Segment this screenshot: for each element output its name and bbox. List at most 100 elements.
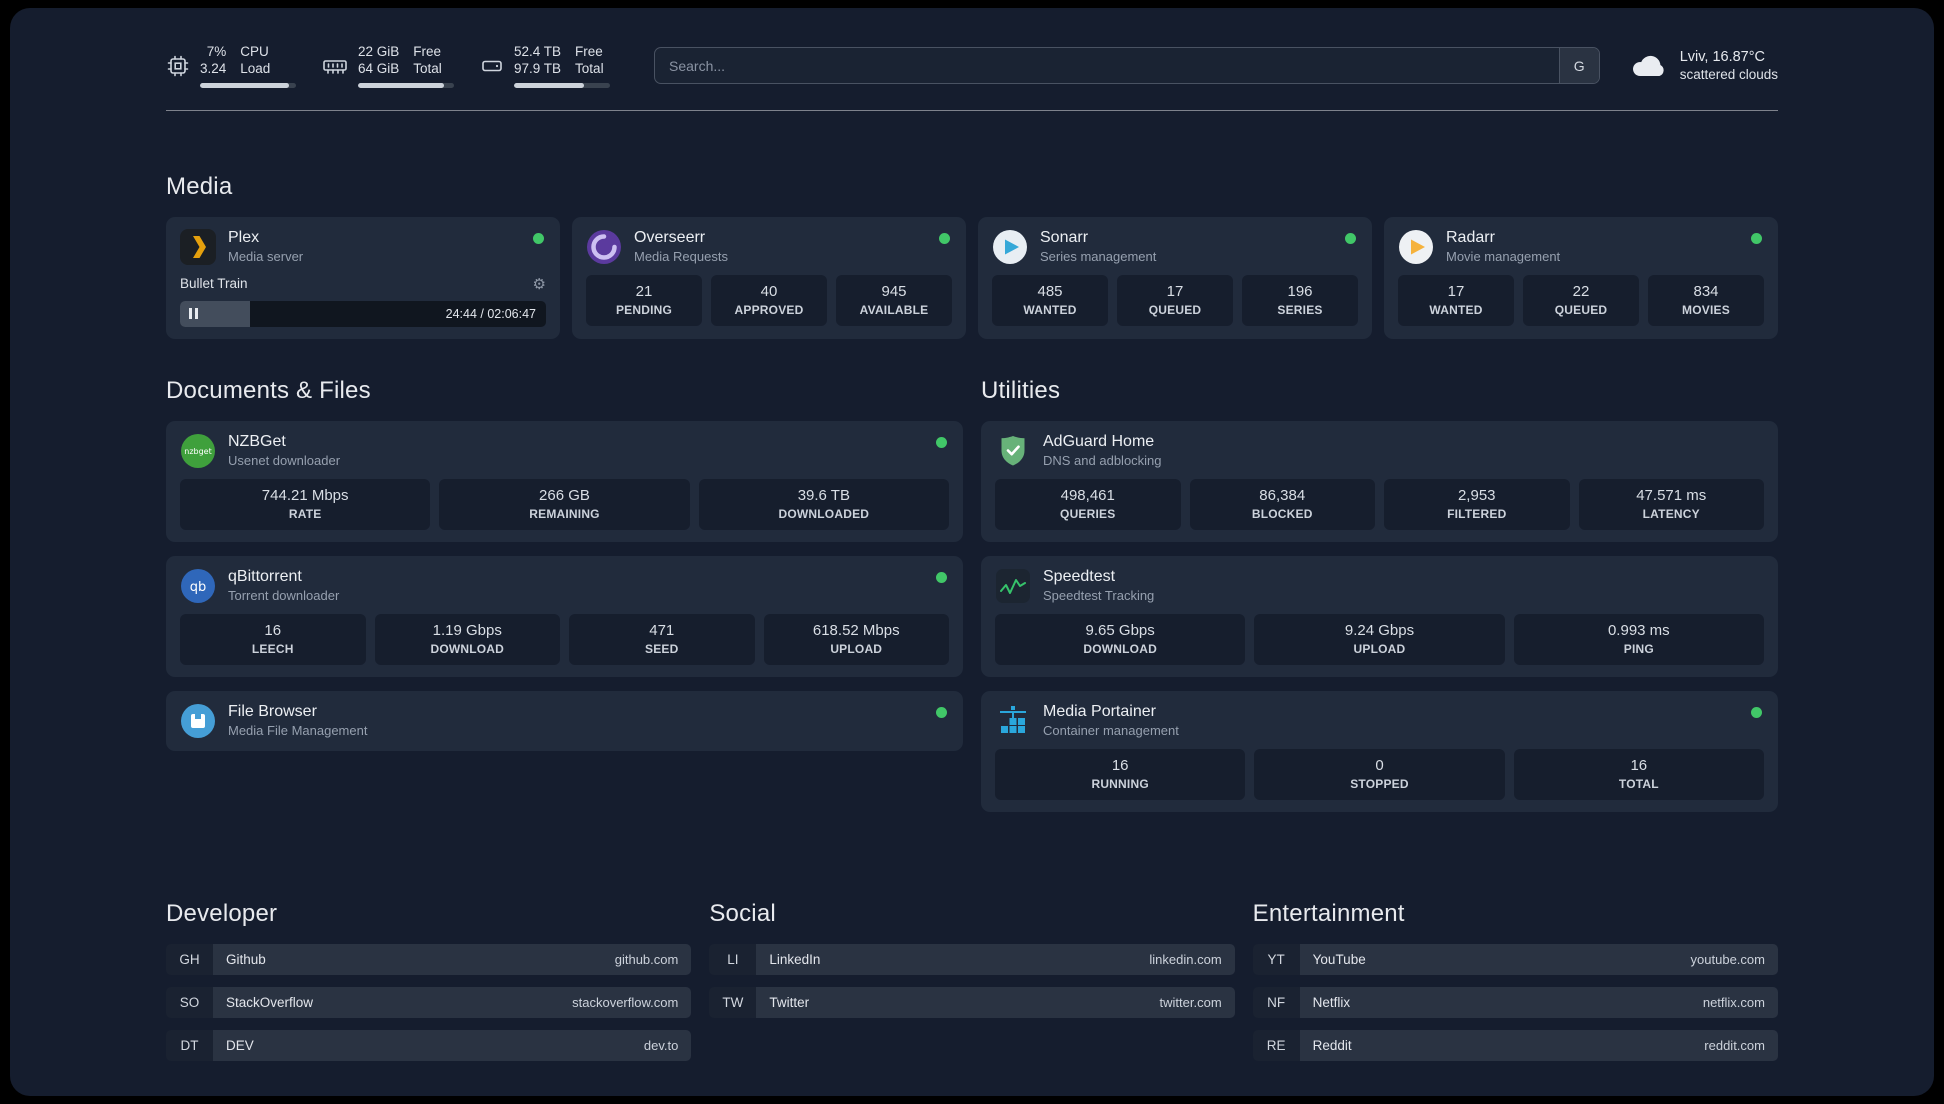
- plex-icon: [180, 228, 216, 265]
- bookmark-netflix[interactable]: NF Netflix netflix.com: [1252, 986, 1778, 1018]
- service-card-sonarr[interactable]: Sonarr Series management 485 WANTED 17 QUE…: [978, 216, 1372, 339]
- nzbget-icon: nzbget: [180, 433, 216, 469]
- status-dot: [1751, 706, 1762, 718]
- stat-leech: 16 LEECH: [180, 613, 366, 665]
- section-title-documents: Documents & Files: [166, 376, 371, 404]
- stat-wanted: 17 WANTED: [1398, 274, 1514, 326]
- service-name: Speedtest: [1043, 568, 1116, 586]
- bookmark-youtube[interactable]: YT YouTube youtube.com: [1252, 943, 1778, 975]
- svg-text:nzbget: nzbget: [184, 447, 211, 456]
- dashboard: 7% 3.24 CPU Load 22 GiB 64 GiB Free Tota…: [10, 8, 1934, 1096]
- service-name: Plex: [228, 229, 260, 247]
- service-name: File Browser: [228, 703, 317, 721]
- stat-stopped: 0 STOPPED: [1254, 748, 1505, 800]
- service-desc: Media server: [228, 249, 304, 265]
- section-documents: Documents & Files nzbget NZBGet Usenet d…: [166, 377, 963, 765]
- status-dot: [936, 436, 947, 448]
- service-name: AdGuard Home: [1043, 433, 1155, 451]
- disk-widget: 52.4 TB 97.9 TB Free Total: [480, 44, 610, 88]
- cpu-bar: [200, 82, 296, 88]
- stat-downloaded: 39.6 TB DOWNLOADED: [698, 478, 949, 530]
- service-desc: Media Requests: [634, 249, 728, 265]
- service-card-radarr[interactable]: Radarr Movie management 17 WANTED 22 QUEUE…: [1384, 216, 1778, 339]
- stat-seed: 471 SEED: [569, 613, 755, 665]
- status-dot: [939, 232, 950, 244]
- service-card-plex[interactable]: Plex Media server Bullet Train ⚙ 24:44 /…: [166, 216, 560, 339]
- service-desc: Series management: [1040, 249, 1157, 265]
- disk-total: 97.9 TB: [514, 60, 562, 76]
- status-dot: [936, 571, 947, 583]
- service-card-portainer[interactable]: Media Portainer Container management 16 R…: [981, 690, 1778, 812]
- service-card-adguard[interactable]: AdGuard Home DNS and adblocking 498,461 Q…: [981, 420, 1778, 542]
- stat-queued: 17 QUEUED: [1117, 274, 1233, 326]
- service-card-speedtest[interactable]: Speedtest Speedtest Tracking 9.65 Gbps DO…: [981, 555, 1778, 677]
- overseerr-icon: [586, 229, 622, 265]
- bookmark-twitter[interactable]: TW Twitter twitter.com: [709, 986, 1235, 1018]
- stat-queued: 22 QUEUED: [1523, 274, 1639, 326]
- stat-latency: 47.571 ms LATENCY: [1578, 478, 1764, 530]
- service-name: Radarr: [1446, 229, 1495, 247]
- service-card-filebrowser[interactable]: File Browser Media File Management: [166, 690, 963, 751]
- bookmark-reddit[interactable]: RE Reddit reddit.com: [1252, 1029, 1778, 1061]
- bookmark-group-developer: Developer GH Github github.com SO StackOv…: [166, 899, 692, 1073]
- cpu-widget: 7% 3.24 CPU Load: [166, 44, 296, 88]
- cpu-percent: 7%: [206, 44, 227, 59]
- memory-widget: 22 GiB 64 GiB Free Total: [322, 44, 454, 88]
- service-card-nzbget[interactable]: nzbget NZBGet Usenet downloader 744.21 M…: [166, 420, 963, 542]
- memory-total: 64 GiB: [358, 60, 400, 76]
- cpu-label-bottom: Load: [240, 60, 271, 76]
- stat-remaining: 266 GB REMAINING: [439, 478, 690, 530]
- service-card-qbittorrent[interactable]: qb qBittorrent Torrent downloader 16 LEEC…: [166, 555, 963, 677]
- pause-icon[interactable]: [189, 308, 198, 320]
- weather-widget[interactable]: Lviv, 16.87°C scattered clouds: [1630, 49, 1778, 82]
- settings-icon[interactable]: ⚙: [533, 275, 546, 293]
- stat-total: 16 TOTAL: [1513, 748, 1764, 800]
- service-card-overseerr[interactable]: Overseerr Media Requests 21 PENDING 40 APP…: [572, 216, 966, 339]
- disk-icon: [480, 54, 504, 78]
- stat-download: 1.19 Gbps DOWNLOAD: [374, 613, 560, 665]
- cpu-load: 3.24: [200, 60, 227, 76]
- stat-approved: 40 APPROVED: [711, 274, 827, 326]
- cpu-label-top: CPU: [240, 44, 269, 59]
- bookmark-group-entertainment: Entertainment YT YouTube youtube.com NF N…: [1252, 900, 1778, 1073]
- search-bar: G: [654, 47, 1600, 85]
- bookmark-linkedin[interactable]: LI LinkedIn linkedin.com: [709, 943, 1235, 975]
- stat-wanted: 485 WANTED: [992, 274, 1108, 326]
- service-name: Overseerr: [634, 229, 706, 247]
- status-dot: [1345, 232, 1356, 244]
- bookmark-github[interactable]: GH Github github.com: [166, 943, 692, 975]
- stat-available: 945 AVAILABLE: [836, 274, 952, 326]
- search-provider-button[interactable]: G: [1558, 48, 1599, 84]
- stat-upload: 618.52 Mbps UPLOAD: [763, 613, 949, 665]
- bookmark-stackoverflow[interactable]: SO StackOverflow stackoverflow.com: [166, 986, 692, 1018]
- weather-condition: scattered clouds: [1679, 67, 1778, 83]
- stat-ping: 0.993 ms PING: [1513, 613, 1764, 665]
- search-input[interactable]: [655, 48, 1559, 84]
- bookmarks: Developer GH Github github.com SO StackOv…: [166, 900, 1778, 1073]
- disk-label-bottom: Total: [575, 60, 604, 76]
- stat-queries: 498,461 QUERIES: [995, 478, 1181, 530]
- status-dot: [1751, 232, 1762, 244]
- section-utilities: Utilities AdGuard Home DNS and adblockin…: [981, 377, 1778, 826]
- section-title-utilities: Utilities: [981, 376, 1061, 404]
- radarr-icon: [1398, 229, 1434, 265]
- cloud-icon: [1630, 52, 1668, 80]
- weather-location: Lviv, 16.87°C: [1679, 49, 1766, 66]
- bookmark-dev[interactable]: DT DEV dev.to: [166, 1029, 692, 1061]
- bookmark-group-title: Social: [709, 899, 776, 927]
- service-name: NZBGet: [228, 433, 286, 451]
- stat-movies: 834 MOVIES: [1648, 274, 1764, 326]
- service-desc: Usenet downloader: [228, 453, 341, 469]
- bookmark-group-social: Social LI LinkedIn linkedin.com TW Twitte…: [709, 899, 1235, 1073]
- service-name: Sonarr: [1040, 229, 1089, 247]
- memory-icon: [322, 54, 348, 78]
- stat-rate: 744.21 Mbps RATE: [180, 478, 431, 530]
- service-desc: Container management: [1043, 723, 1179, 739]
- plex-player[interactable]: 24:44 / 02:06:47: [180, 300, 546, 327]
- now-playing-title: Bullet Train: [180, 276, 248, 292]
- bookmark-group-title: Developer: [166, 899, 278, 927]
- portainer-icon: [995, 703, 1031, 739]
- section-media: Media Plex Media server Bullet Train ⚙ 2…: [166, 173, 1778, 339]
- disk-bar: [514, 82, 610, 88]
- service-name: Media Portainer: [1043, 703, 1156, 721]
